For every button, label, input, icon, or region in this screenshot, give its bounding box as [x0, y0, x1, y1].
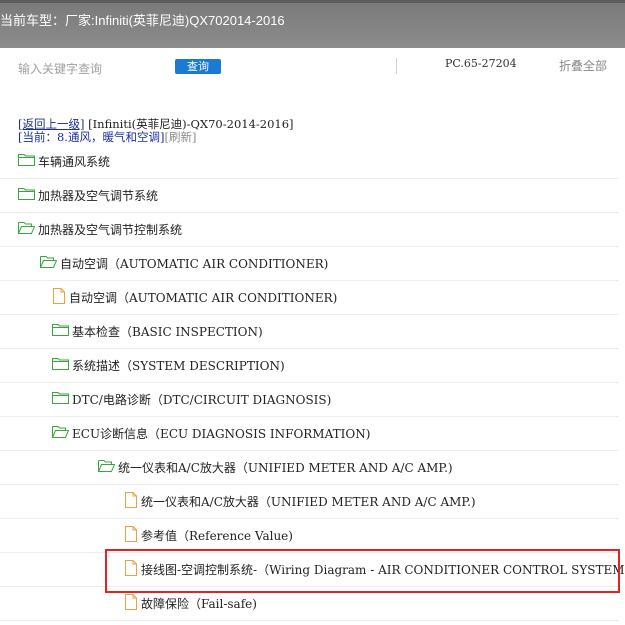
tree-item-label: 统一仪表和A/C放大器（UNIFIED METER AND A/C AMP.) — [141, 495, 476, 509]
folder-open-icon — [52, 424, 70, 443]
folder-icon — [18, 152, 35, 171]
tree-item-label: 加热器及空气调节系统 — [38, 189, 159, 203]
current-vehicle-label: 当前车型： — [0, 14, 66, 29]
breadcrumb-path: [Infiniti(英菲尼迪)-QX70-2014-2016] — [88, 117, 294, 131]
tree-item-label: 加热器及空气调节控制系统 — [38, 223, 183, 237]
tree-item-highlighted[interactable]: 接线图-空调控制系统-（Wiring Diagram - AIR CONDITI… — [0, 553, 625, 587]
folder-icon — [52, 322, 69, 341]
tree-item-label: 系统描述（SYSTEM DESCRIPTION) — [72, 359, 285, 373]
refresh-link[interactable]: [刷新] — [164, 130, 196, 144]
tree-item[interactable]: ECU诊断信息（ECU DIAGNOSIS INFORMATION) — [0, 417, 619, 451]
search-input[interactable] — [18, 60, 168, 78]
pc-code: PC.65-27204 — [445, 57, 517, 70]
document-icon — [124, 525, 138, 546]
tree-item[interactable]: 加热器及空气调节系统 — [0, 179, 619, 213]
tree-item-label: ECU诊断信息（ECU DIAGNOSIS INFORMATION) — [72, 427, 371, 441]
toolbar-divider — [396, 58, 397, 74]
tree-item-label: 自动空调（AUTOMATIC AIR CONDITIONER) — [60, 257, 329, 271]
folder-icon — [18, 186, 35, 205]
tree-item-label: 故障保险（Fail-safe) — [141, 597, 257, 611]
tree-item-label: 自动空调（AUTOMATIC AIR CONDITIONER) — [69, 291, 338, 305]
tree-item-label: DTC/电路诊断（DTC/CIRCUIT DIAGNOSIS) — [72, 393, 332, 407]
tree-item-label: 基本检查（BASIC INSPECTION) — [72, 325, 263, 339]
folder-open-icon — [98, 458, 116, 477]
folder-icon — [52, 356, 69, 375]
tree-item[interactable]: 故障保险（Fail-safe) — [0, 587, 619, 621]
breadcrumb-current: [当前：8.通风，暖气和空调] — [18, 130, 165, 144]
current-vehicle: 当前车型：厂家:Infiniti(英菲尼迪)QX702014-2016 — [0, 10, 285, 29]
tree-item-label: 车辆通风系统 — [38, 155, 111, 169]
search-button[interactable]: 查询 — [175, 59, 221, 74]
folder-icon — [52, 390, 69, 409]
document-icon — [52, 287, 66, 308]
document-icon — [124, 559, 138, 580]
tree-item-label: 接线图-空调控制系统-（Wiring Diagram - AIR CONDITI… — [141, 563, 625, 577]
tree-item[interactable]: 统一仪表和A/C放大器（UNIFIED METER AND A/C AMP.) — [0, 485, 619, 519]
document-icon — [124, 491, 138, 512]
folder-open-icon — [18, 220, 36, 239]
collapse-all-button[interactable]: 折叠全部 — [559, 57, 607, 74]
tree-item[interactable]: 自动空调（AUTOMATIC AIR CONDITIONER) — [0, 247, 619, 281]
tree-item[interactable]: 车辆通风系统 — [0, 145, 619, 179]
tree-item[interactable]: 系统描述（SYSTEM DESCRIPTION) — [0, 349, 619, 383]
tree-item[interactable]: 统一仪表和A/C放大器（UNIFIED METER AND A/C AMP.) — [0, 451, 619, 485]
tree-item[interactable]: 自动空调（AUTOMATIC AIR CONDITIONER) — [0, 281, 619, 315]
tree-item-label: 参考值（Reference Value) — [141, 529, 293, 543]
tree-item[interactable]: 加热器及空气调节控制系统 — [0, 213, 619, 247]
document-icon — [124, 593, 138, 614]
current-vehicle-value: 厂家:Infiniti(英菲尼迪)QX702014-2016 — [65, 13, 285, 28]
tree-item-label: 统一仪表和A/C放大器（UNIFIED METER AND A/C AMP.) — [118, 461, 453, 475]
back-link[interactable]: [返回上一级] — [18, 117, 84, 131]
tree-item[interactable]: 基本检查（BASIC INSPECTION) — [0, 315, 619, 349]
tree-item[interactable]: 参考值（Reference Value) — [0, 519, 619, 553]
breadcrumb: [返回上一级] [Infiniti(英菲尼迪)-QX70-2014-2016] … — [18, 118, 294, 144]
tree-item[interactable]: DTC/电路诊断（DTC/CIRCUIT DIAGNOSIS) — [0, 383, 619, 417]
title-bar: 当前车型：厂家:Infiniti(英菲尼迪)QX702014-2016 — [0, 0, 625, 48]
folder-open-icon — [40, 254, 58, 273]
